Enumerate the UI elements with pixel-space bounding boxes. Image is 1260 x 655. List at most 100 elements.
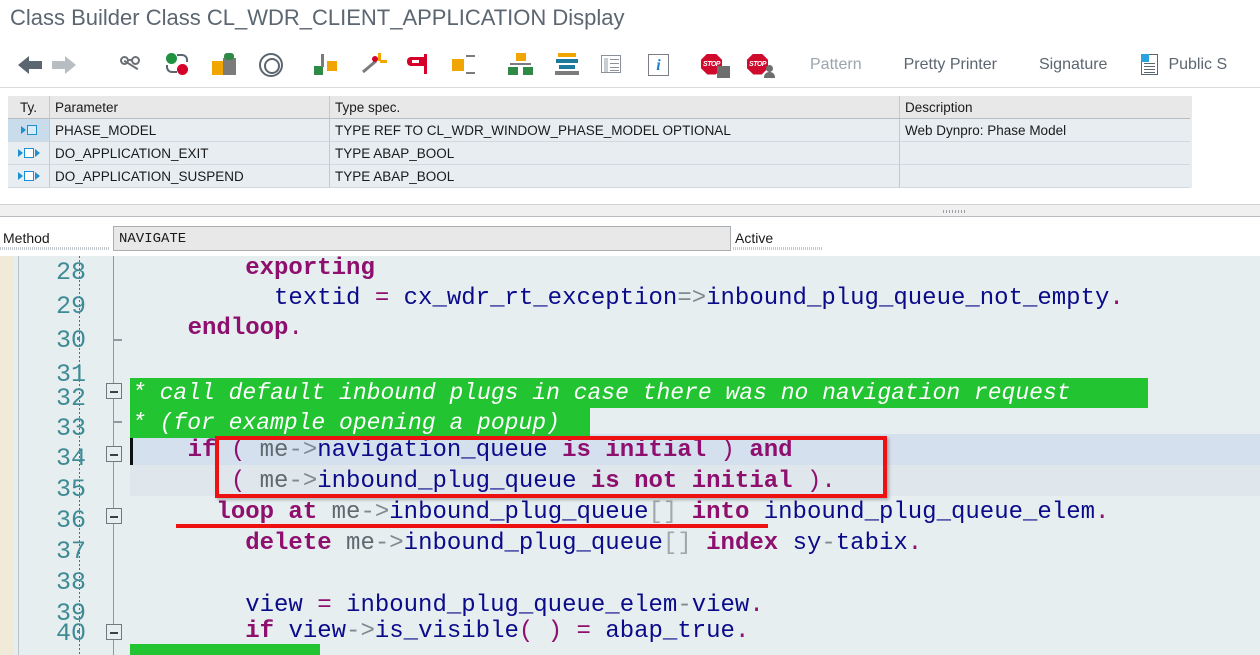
back-icon [16,52,46,78]
splitter-grip[interactable] [943,210,965,213]
line-number: 37 [55,537,86,566]
row-type-cell[interactable] [8,142,50,165]
table-row[interactable]: DO_APPLICATION_EXIT TYPE ABAP_BOOL [8,142,1192,165]
code-line-32-comment[interactable]: * call default inbound plugs in case the… [130,378,1148,408]
changing-parameter-icon [17,148,40,158]
list-icon [598,52,628,78]
line-number: 29 [55,292,86,321]
row-description-cell[interactable] [900,142,1190,165]
breakpoint-icon: STOP [700,52,730,78]
signature-button[interactable]: Signature [1023,43,1124,87]
activate-icon [210,52,240,78]
column-header-description[interactable]: Description [900,96,1190,119]
forward-icon [52,52,92,78]
where-used-icon [312,52,342,78]
pattern-button[interactable]: Pattern [794,43,878,87]
wand-button[interactable] [350,43,396,87]
table-row[interactable]: PHASE_MODEL TYPE REF TO CL_WDR_WINDOW_PH… [8,119,1192,142]
stack-button[interactable] [544,43,590,87]
line-number: 35 [55,475,86,504]
breakpoint-button[interactable]: STOP [692,43,738,87]
editor-left-margin [0,256,14,655]
line-number: 30 [55,326,86,355]
annotation-red-underline [176,524,768,528]
method-label-underline [0,247,110,250]
row-parameter-cell[interactable]: DO_APPLICATION_EXIT [50,142,330,165]
changing-parameter-icon [17,171,40,181]
breakpoint-user-button[interactable]: STOP [738,43,784,87]
hierarchy-button[interactable] [498,43,544,87]
list-button[interactable] [590,43,636,87]
public-section-label: Public S [1168,55,1228,73]
column-header-ty[interactable]: Ty. [8,96,50,119]
wand-icon [358,52,388,78]
line-number: 28 [55,258,86,287]
filter-button[interactable] [396,43,442,87]
fold-toggle-40[interactable] [106,624,122,640]
table-row[interactable]: DO_APPLICATION_SUSPEND TYPE ABAP_BOOL [8,165,1192,188]
forward-button[interactable] [52,43,100,87]
sap-class-builder-window: ✚ ↶ ; ⚲ Class Builder Class CL_WDR_CLIEN… [0,0,1260,655]
method-status-underline [733,247,823,250]
row-type-spec-cell[interactable]: TYPE ABAP_BOOL [330,165,900,188]
table-header-row: Ty. Parameter Type spec. Description [8,96,1192,119]
split-button[interactable] [442,43,488,87]
method-status: Active [735,230,774,246]
row-type-spec-cell[interactable]: TYPE REF TO CL_WDR_WINDOW_PHASE_MODEL OP… [330,119,900,142]
check-syntax-button[interactable] [156,43,202,87]
info-icon: i [644,52,674,78]
code-line-30[interactable]: endloop. [130,312,303,346]
display-change-button[interactable] [110,43,156,87]
hierarchy-icon [506,52,536,78]
importing-parameter-icon [20,125,37,135]
filter-icon [404,52,434,78]
display-change-icon [118,52,148,78]
row-description-cell[interactable]: Web Dynpro: Phase Model [900,119,1190,142]
line-number: 40 [55,619,86,648]
column-header-parameter[interactable]: Parameter [50,96,330,119]
document-icon [1141,53,1161,76]
check-syntax-icon [164,52,194,78]
method-name-input[interactable]: NAVIGATE [113,226,731,251]
annotation-red-box [215,436,887,498]
row-parameter-cell[interactable]: DO_APPLICATION_SUSPEND [50,165,330,188]
page-title: Class Builder Class CL_WDR_CLIENT_APPLIC… [10,5,625,30]
row-parameter-cell[interactable]: PHASE_MODEL [50,119,330,142]
panel-splitter[interactable] [0,204,1260,217]
line-number: 36 [55,506,86,535]
pretty-printer-button[interactable]: Pretty Printer [888,43,1013,87]
line-number: 38 [55,568,86,597]
breakpoint-user-icon: STOP [746,52,776,78]
editor-left-margin-inner [14,256,19,655]
row-type-spec-cell[interactable]: TYPE ABAP_BOOL [330,142,900,165]
code-line-41-comment[interactable] [130,644,320,655]
info-button[interactable]: i [636,43,682,87]
spiral-icon [256,52,286,78]
code-line-37[interactable]: delete me->inbound_plug_queue[] index sy… [130,527,922,561]
row-type-cell[interactable] [8,165,50,188]
where-used-button[interactable] [304,43,350,87]
code-editor[interactable]: 28 29 30 31 32 33 34 35 36 37 38 39 40 e… [0,256,1260,655]
parameter-table[interactable]: Ty. Parameter Type spec. Description PHA… [8,96,1192,188]
line-number: 33 [55,414,86,443]
method-bar: Method NAVIGATE Active [0,222,1260,256]
column-header-type-spec[interactable]: Type spec. [330,96,900,119]
spiral-button[interactable] [248,43,294,87]
title-bar: Class Builder Class CL_WDR_CLIENT_APPLIC… [0,0,1260,42]
line-number: 34 [55,444,86,473]
code-line-29[interactable]: textid = cx_wdr_rt_exception=>inbound_pl… [130,282,1124,316]
main-toolbar[interactable]: i STOP STOP Pattern Pretty Printer Signa… [0,42,1260,88]
row-description-cell[interactable] [900,165,1190,188]
method-label: Method [3,230,50,246]
line-number: 32 [55,384,86,413]
public-section-button[interactable]: Public S [1133,43,1235,87]
stack-icon [552,52,582,78]
row-type-cell[interactable] [8,119,50,142]
fold-toggle-34[interactable] [106,446,122,462]
fold-toggle-32[interactable] [106,383,122,399]
fold-tick [114,339,122,341]
activate-button[interactable] [202,43,248,87]
fold-tick [114,421,122,423]
fold-toggle-36[interactable] [106,508,122,524]
back-button[interactable] [8,43,54,87]
